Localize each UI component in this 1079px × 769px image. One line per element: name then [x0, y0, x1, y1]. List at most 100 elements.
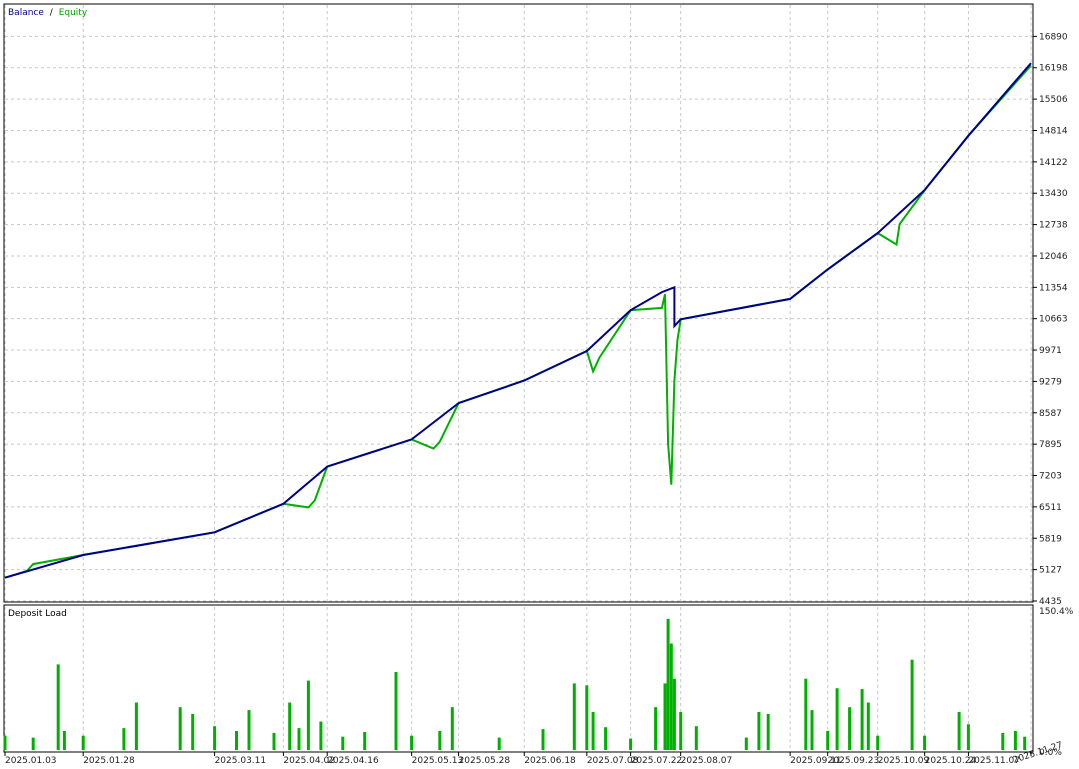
- deposit-load-bar: [1001, 732, 1005, 750]
- y-tick-label: 16198: [1039, 64, 1068, 74]
- balance-series-line: [4, 62, 1032, 579]
- y-tick-label: 12738: [1039, 221, 1068, 231]
- legend-separator: /: [50, 8, 54, 18]
- deposit-load-bar: [672, 678, 676, 750]
- deposit-load-bar: [694, 726, 698, 750]
- deposit-load-bar: [319, 721, 323, 750]
- y-tick-label: 13430: [1039, 189, 1068, 199]
- deposit-load-bar: [62, 731, 66, 750]
- legend-balance-label: Balance: [8, 8, 44, 18]
- y-tick-label: 5819: [1039, 534, 1062, 544]
- deposit-load-bar: [122, 728, 126, 750]
- equity-panel-frame: [3, 3, 1034, 603]
- deposit-load-bar: [810, 710, 814, 750]
- y-axis-ticks: 4435 5127 5819 6511 7203 7895 8587 9279 9971 1066…: [1033, 32, 1068, 607]
- deposit-load-bar: [585, 685, 589, 750]
- deposit-load-bar: [81, 735, 85, 750]
- x-tick-label: 2025.04.16: [327, 756, 379, 766]
- y-tick-label: 5127: [1039, 566, 1062, 576]
- y-tick-label: 6511: [1039, 503, 1062, 513]
- y-tick-label: 16890: [1039, 32, 1068, 42]
- deposit-load-bar: [247, 710, 251, 750]
- x-tick-label: 2025.05.13: [412, 756, 464, 766]
- y-tick-label: 15506: [1039, 95, 1068, 105]
- deposit-load-bar: [757, 712, 761, 750]
- x-tick-label: 2025.08.07: [681, 756, 733, 766]
- y-tick-label: 9971: [1039, 346, 1062, 356]
- deposit-load-bar: [1023, 736, 1027, 750]
- y-tick-label: 14814: [1039, 126, 1068, 136]
- deposit-load-max-label: 150.4%: [1039, 607, 1074, 617]
- y-tick-label: 11354: [1039, 283, 1068, 293]
- grid-lines: [4, 5, 1033, 750]
- deposit-load-bar: [591, 712, 595, 750]
- y-tick-label: 4435: [1039, 597, 1062, 607]
- y-tick-label: 14122: [1039, 158, 1068, 168]
- deposit-load-bar: [966, 724, 970, 750]
- y-tick-label: 7203: [1039, 472, 1062, 482]
- deposit-load-bar: [363, 731, 367, 750]
- deposit-load-bar: [669, 643, 673, 750]
- x-tick-label: 2025.09.23: [828, 756, 880, 766]
- deposit-load-bar: [679, 712, 683, 750]
- deposit-load-bar: [876, 735, 880, 750]
- deposit-load-bar: [572, 683, 576, 750]
- deposit-load-bar: [957, 712, 961, 750]
- y-tick-label: 12046: [1039, 252, 1068, 262]
- deposit-load-bar: [450, 707, 454, 750]
- deposit-load-bar: [306, 680, 310, 750]
- deposit-load-bar: [394, 672, 398, 750]
- deposit-load-bar: [654, 707, 658, 750]
- deposit-load-min-label: 0.0%: [1039, 748, 1062, 758]
- deposit-load-bar: [835, 688, 839, 750]
- deposit-load-panel-frame: [3, 604, 1034, 753]
- y-tick-label: 7895: [1039, 440, 1062, 450]
- deposit-load-bar: [31, 737, 35, 750]
- deposit-load-bar: [923, 735, 927, 750]
- deposit-load-title: Deposit Load: [8, 609, 67, 619]
- deposit-load-bar: [666, 618, 670, 750]
- deposit-load-bar: [272, 732, 276, 750]
- svg-text:Balance / Equity: Balance / Equity: [8, 8, 88, 18]
- x-tick-label: 2025.07.22: [631, 756, 683, 766]
- deposit-load-bar: [497, 737, 501, 750]
- deposit-load-bar: [235, 731, 238, 750]
- deposit-load-bar: [866, 702, 870, 750]
- deposit-load-bar: [3, 735, 7, 750]
- deposit-load-bar: [541, 729, 545, 750]
- deposit-load-bar: [804, 678, 808, 750]
- x-tick-label: 2025.01.28: [83, 756, 135, 766]
- deposit-load-bar: [629, 738, 633, 750]
- deposit-load-bar: [178, 707, 182, 750]
- deposit-load-bar: [663, 683, 667, 750]
- deposit-load-bar: [56, 664, 60, 750]
- x-tick-label: 2025.06.18: [524, 756, 576, 766]
- deposit-load-bar: [848, 707, 852, 750]
- deposit-load-bar: [1013, 731, 1017, 750]
- deposit-load-bar: [134, 702, 138, 750]
- deposit-load-bar: [910, 659, 914, 750]
- deposit-load-bar: [288, 702, 292, 750]
- deposit-load-bar: [213, 726, 217, 750]
- deposit-load-bar: [410, 735, 414, 750]
- deposit-load-bar: [191, 713, 195, 750]
- equity-series-line: [4, 64, 1032, 579]
- x-tick-label: 2025.03.11: [215, 756, 267, 766]
- legend-equity-label: Equity: [59, 8, 88, 18]
- deposit-load-bar: [826, 731, 830, 750]
- x-tick-label: 2025.05.28: [459, 756, 511, 766]
- chart-canvas: 4435 5127 5819 6511 7203 7895 8587 9279 9971 1066…: [3, 3, 1074, 766]
- deposit-load-bar: [744, 737, 748, 750]
- deposit-load-bar: [604, 727, 608, 750]
- y-tick-label: 9279: [1039, 377, 1062, 387]
- deposit-load-bar: [766, 713, 770, 750]
- deposit-load-bars: [3, 618, 1027, 750]
- deposit-load-bar: [341, 736, 345, 750]
- x-tick-label: 2025.10.09: [878, 756, 930, 766]
- deposit-load-bar: [860, 689, 864, 750]
- y-tick-label: 10663: [1039, 315, 1068, 325]
- deposit-load-bar: [297, 728, 301, 750]
- x-axis-ticks: 2025.01.03 2025.01.28 2025.03.11 2025.04.02…: [4, 740, 1064, 766]
- deposit-load-bar: [438, 731, 442, 750]
- x-tick-label: 2025.01.03: [5, 756, 57, 766]
